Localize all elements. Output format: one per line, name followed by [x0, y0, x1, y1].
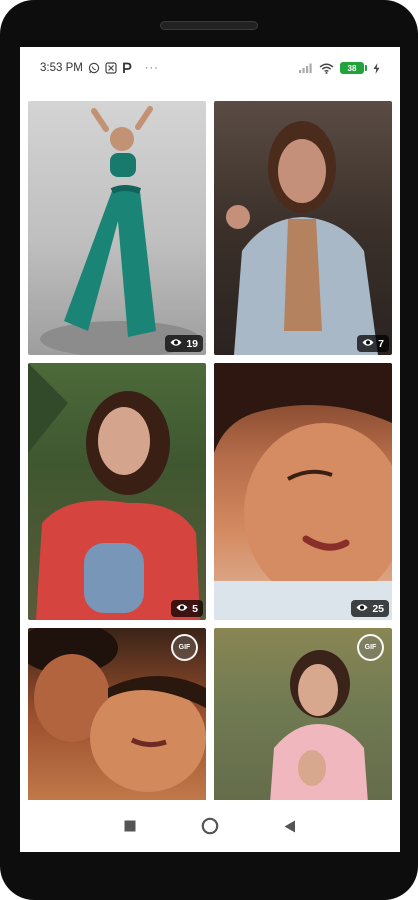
- gallery-item[interactable]: GIF: [214, 628, 392, 803]
- eye-icon: [356, 603, 368, 615]
- view-count-badge: 5: [171, 600, 203, 617]
- gallery-item[interactable]: 19: [28, 101, 206, 355]
- image-grid: 19 7 5 25 GIF GIF: [28, 101, 392, 803]
- view-count: 7: [378, 337, 384, 350]
- back-button[interactable]: [275, 811, 305, 841]
- view-count: 5: [192, 602, 198, 615]
- gallery-item[interactable]: 5: [28, 363, 206, 620]
- p-app-icon: [122, 62, 132, 74]
- navigation-bar: [20, 800, 400, 852]
- view-count-badge: 25: [351, 600, 389, 617]
- signal-icon: [299, 63, 313, 73]
- phone-frame: 3:53 PM ··· 38 19 7 5 25 GIF GIF: [0, 0, 418, 900]
- view-count: 19: [186, 337, 198, 350]
- recents-button[interactable]: [115, 811, 145, 841]
- wifi-icon: [319, 63, 334, 74]
- view-count: 25: [372, 602, 384, 615]
- eye-icon: [170, 338, 182, 350]
- eye-icon: [176, 603, 188, 615]
- square-icon: [124, 820, 136, 832]
- back-triangle-icon: [284, 820, 295, 832]
- view-count-badge: 7: [357, 335, 389, 352]
- photo-thumbnail: [28, 363, 206, 620]
- gallery-item[interactable]: 25: [214, 363, 392, 620]
- home-button[interactable]: [195, 811, 225, 841]
- speaker-grille: [160, 21, 258, 30]
- photo-thumbnail: [214, 363, 392, 620]
- circle-icon: [201, 817, 219, 835]
- whatsapp-icon: [88, 62, 100, 74]
- gallery-item[interactable]: 7: [214, 101, 392, 355]
- charging-icon: [373, 62, 380, 74]
- gif-badge: GIF: [357, 634, 384, 661]
- gif-badge: GIF: [171, 634, 198, 661]
- view-count-badge: 19: [165, 335, 203, 352]
- eye-icon: [362, 338, 374, 350]
- photo-thumbnail: [28, 101, 206, 355]
- screen: 3:53 PM ··· 38 19 7 5 25 GIF GIF: [20, 47, 400, 852]
- gallery-item[interactable]: GIF: [28, 628, 206, 803]
- status-bar: 3:53 PM ··· 38: [20, 47, 400, 89]
- battery-icon: 38: [340, 62, 367, 74]
- more-notifications: ···: [144, 62, 159, 74]
- photo-thumbnail: [214, 101, 392, 355]
- app-icon: [105, 62, 117, 74]
- status-time: 3:53 PM: [40, 62, 83, 74]
